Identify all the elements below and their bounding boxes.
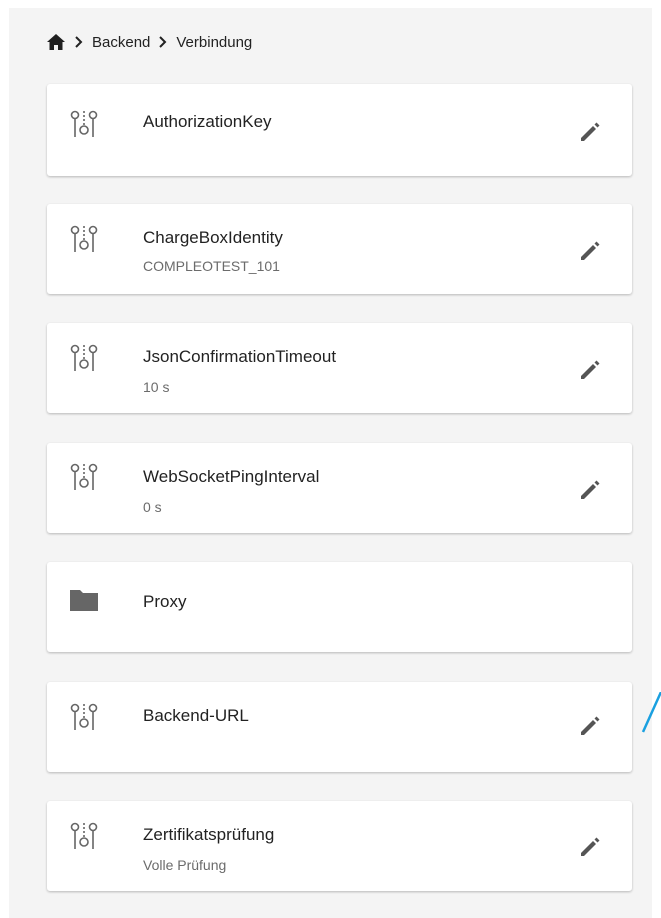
setting-title: AuthorizationKey <box>143 112 272 131</box>
home-icon[interactable] <box>46 32 66 52</box>
setting-card-authorizationkey[interactable]: AuthorizationKey <box>47 84 632 176</box>
config-parameter-icon <box>69 110 99 140</box>
setting-title: Zertifikatsprüfung <box>143 825 275 844</box>
breadcrumb-item-backend[interactable]: Backend <box>92 34 150 51</box>
chevron-right-icon <box>72 35 86 49</box>
setting-value: 10 s <box>143 379 170 395</box>
edit-icon[interactable] <box>577 476 603 502</box>
edit-icon[interactable] <box>577 237 603 263</box>
breadcrumb: Backend Verbindung <box>46 30 252 54</box>
setting-title: WebSocketPingInterval <box>143 467 320 486</box>
setting-card-jsonconfirmationtimeout[interactable]: JsonConfirmationTimeout 10 s <box>47 323 632 413</box>
setting-title: Backend-URL <box>143 706 249 725</box>
setting-card-zertifikatspruefung[interactable]: Zertifikatsprüfung Volle Prüfung <box>47 801 632 891</box>
setting-value: 0 s <box>143 499 162 515</box>
setting-card-chargeboxidentity[interactable]: ChargeBoxIdentity COMPLEOTEST_101 <box>47 204 632 294</box>
edit-icon[interactable] <box>577 118 603 144</box>
setting-value: COMPLEOTEST_101 <box>143 258 280 274</box>
chevron-right-icon <box>156 35 170 49</box>
setting-value: Volle Prüfung <box>143 857 227 873</box>
config-parameter-icon <box>69 225 99 255</box>
config-parameter-icon <box>69 703 99 733</box>
annotation-arrow <box>641 692 661 733</box>
setting-card-backend-url[interactable]: Backend-URL <box>47 682 632 772</box>
breadcrumb-item-verbindung[interactable]: Verbindung <box>176 34 252 51</box>
setting-title: Proxy <box>143 592 187 611</box>
setting-title: ChargeBoxIdentity <box>143 228 283 247</box>
config-parameter-icon <box>69 344 99 374</box>
setting-title: JsonConfirmationTimeout <box>143 347 337 366</box>
edit-icon[interactable] <box>577 833 603 859</box>
edit-icon[interactable] <box>577 712 603 738</box>
folder-icon <box>69 584 99 614</box>
config-parameter-icon <box>69 463 99 493</box>
edit-icon[interactable] <box>577 356 603 382</box>
setting-card-websocketpinginterval[interactable]: WebSocketPingInterval 0 s <box>47 443 632 533</box>
config-parameter-icon <box>69 822 99 852</box>
setting-card-proxy[interactable]: Proxy <box>47 562 632 652</box>
